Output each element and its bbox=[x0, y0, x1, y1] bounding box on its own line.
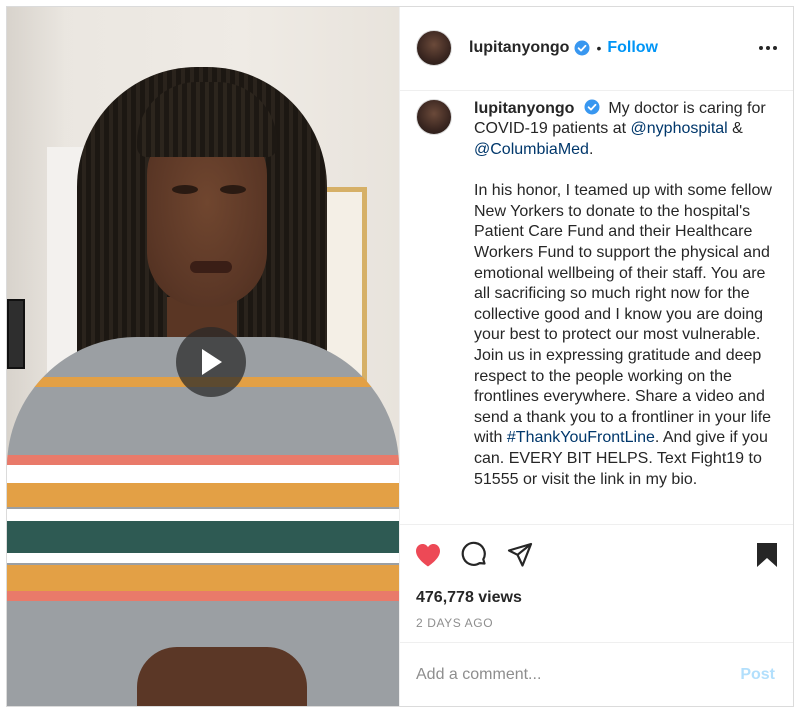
post-sidebar: lupitanyongo • Follow lupitanyongo My do… bbox=[399, 7, 793, 706]
mouth bbox=[190, 261, 232, 273]
play-icon bbox=[202, 349, 222, 375]
clasped-hands bbox=[137, 647, 307, 706]
hashtag-thankyoufrontline[interactable]: #ThankYouFrontLine bbox=[507, 429, 655, 446]
play-button[interactable] bbox=[176, 327, 246, 397]
instagram-post-modal: lupitanyongo • Follow lupitanyongo My do… bbox=[6, 6, 794, 707]
caption-paragraph-2: In his honor, I teamed up with some fell… bbox=[474, 182, 772, 447]
caption-username[interactable]: lupitanyongo bbox=[474, 100, 574, 117]
background-wall-art bbox=[7, 299, 25, 369]
comment-input[interactable] bbox=[416, 665, 741, 684]
like-button[interactable] bbox=[414, 542, 442, 568]
mention-nyphospital[interactable]: @nyphospital bbox=[631, 120, 728, 137]
save-button[interactable] bbox=[755, 541, 779, 569]
caption-avatar[interactable] bbox=[416, 98, 452, 135]
more-options-icon[interactable] bbox=[759, 40, 777, 56]
comment-bar: Post bbox=[400, 642, 793, 706]
comment-icon bbox=[461, 541, 486, 566]
view-count[interactable]: 476,778 views bbox=[400, 584, 793, 612]
caption-area[interactable]: lupitanyongo My doctor is caring for COV… bbox=[400, 91, 793, 524]
post-header: lupitanyongo • Follow bbox=[400, 7, 793, 91]
left-eye bbox=[172, 185, 198, 194]
follow-button[interactable]: Follow bbox=[607, 39, 658, 57]
header-separator: • bbox=[596, 40, 602, 57]
share-icon bbox=[507, 542, 533, 567]
heart-filled-icon bbox=[416, 543, 440, 567]
verified-badge-icon bbox=[584, 99, 600, 115]
avatar[interactable] bbox=[416, 30, 452, 67]
comment-button[interactable] bbox=[460, 541, 488, 569]
header-username[interactable]: lupitanyongo bbox=[469, 39, 569, 57]
bookmark-filled-icon bbox=[757, 542, 777, 567]
post-comment-button[interactable]: Post bbox=[740, 666, 777, 684]
right-eye bbox=[220, 185, 246, 194]
action-bar bbox=[400, 524, 793, 584]
verified-badge-icon bbox=[574, 40, 590, 56]
caption-ampersand: & bbox=[732, 120, 743, 138]
post-timestamp[interactable]: 2 DAYS AGO bbox=[400, 612, 793, 642]
share-button[interactable] bbox=[506, 541, 534, 569]
video-media[interactable] bbox=[7, 7, 399, 706]
caption-text: lupitanyongo My doctor is caring for COV… bbox=[474, 99, 774, 524]
mention-columbiamed[interactable]: @ColumbiaMed bbox=[474, 141, 589, 158]
caption-period: . bbox=[588, 141, 594, 159]
